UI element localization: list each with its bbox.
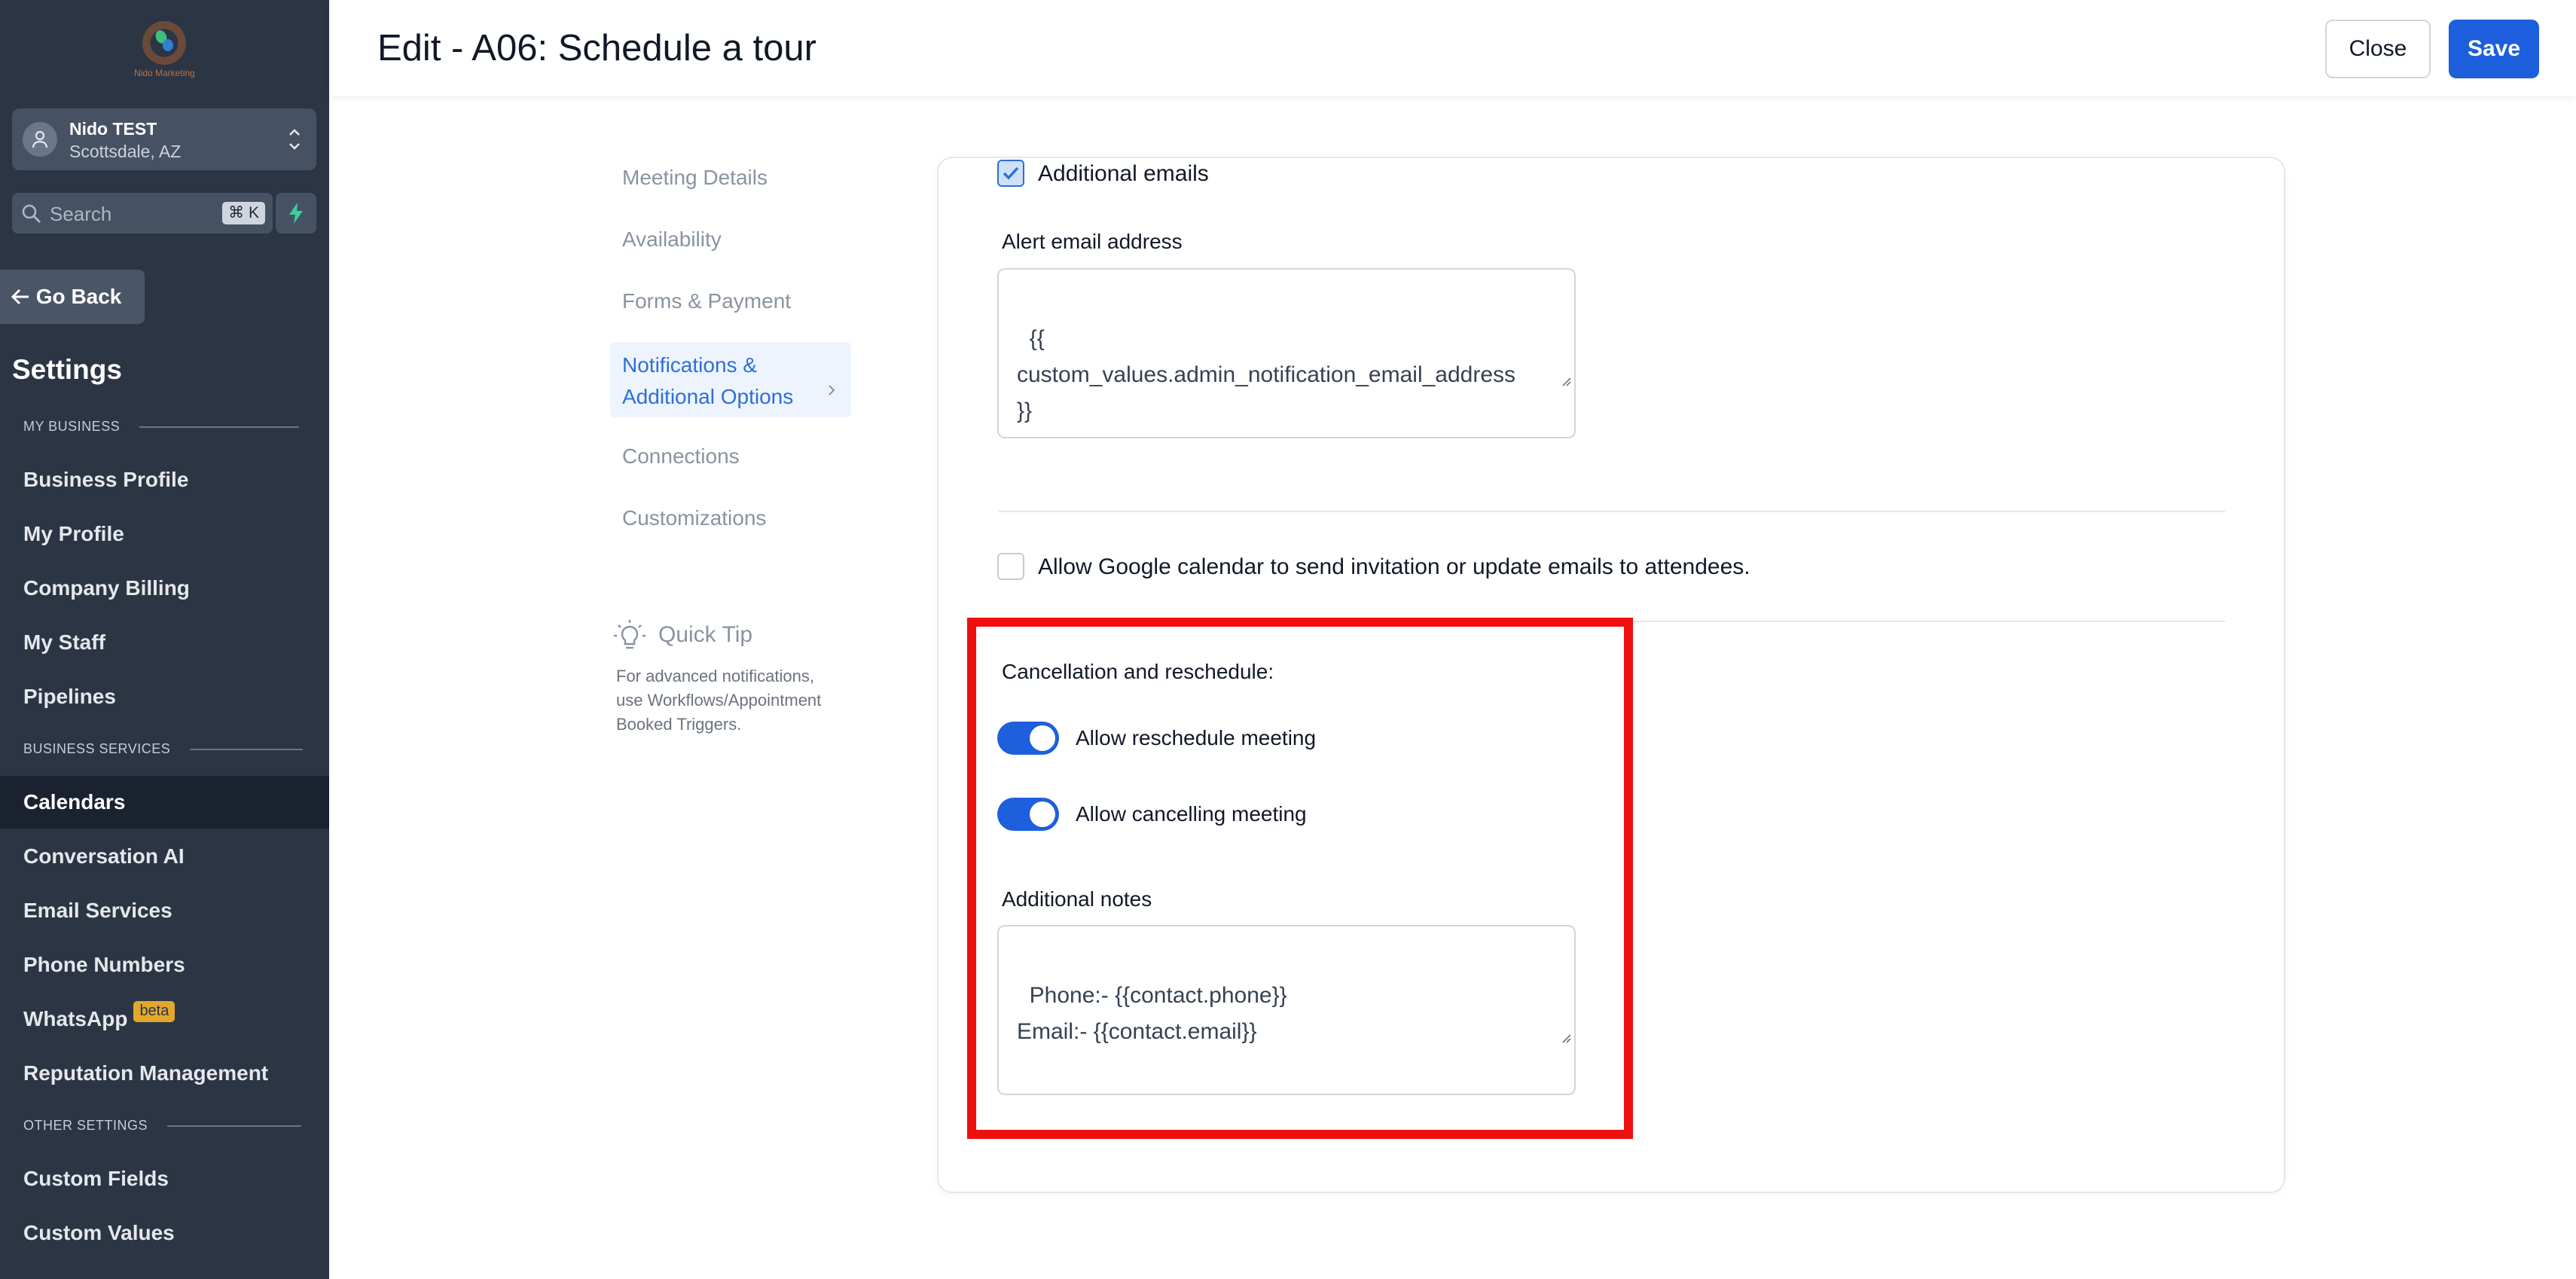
sidebar-item-my-profile[interactable]: My Profile (0, 508, 329, 560)
allow-reschedule-toggle[interactable] (997, 722, 1059, 755)
alert-email-textarea[interactable]: {{ custom_values.admin_notification_emai… (997, 268, 1576, 438)
tab-forms-payment[interactable]: Forms & Payment (610, 289, 851, 313)
google-calendar-checkbox[interactable] (997, 553, 1024, 580)
account-switcher[interactable]: Nido TEST Scottsdale, AZ (12, 108, 316, 170)
tab-meeting-details[interactable]: Meeting Details (610, 166, 851, 190)
cancellation-heading: Cancellation and reschedule: (1002, 660, 1274, 683)
additional-notes-value: Phone:- {{contact.phone}} Email:- {{cont… (1017, 983, 1397, 1094)
additional-emails-checkbox[interactable] (997, 160, 1024, 187)
tab-notifications-additional-options[interactable]: Notifications & Additional Options (610, 342, 851, 417)
account-name: Nido TEST (69, 119, 157, 139)
go-back-label: Go Back (35, 285, 122, 308)
search-icon (21, 203, 42, 228)
additional-notes-textarea[interactable]: Phone:- {{contact.phone}} Email:- {{cont… (997, 925, 1576, 1095)
sidebar-item-conversation-ai[interactable]: Conversation AI (0, 830, 329, 883)
chevron-up-down-icon (286, 122, 303, 157)
search-input[interactable]: Search (50, 203, 111, 226)
sidebar-item-company-billing[interactable]: Company Billing (0, 562, 329, 615)
check-icon (1003, 166, 1019, 180)
sidebar-item-email-services[interactable]: Email Services (0, 884, 329, 937)
resize-grip-icon[interactable] (1534, 982, 1571, 1091)
tab-availability[interactable]: Availability (610, 227, 851, 252)
search-shortcut-badge: ⌘ K (222, 202, 265, 224)
alert-email-label: Alert email address (1002, 230, 1183, 253)
sidebar-search[interactable]: Search ⌘ K (12, 193, 273, 234)
allow-reschedule-label: Allow reschedule meeting (1076, 726, 1317, 749)
chevron-right-icon (827, 374, 836, 405)
quick-actions-bolt-icon[interactable] (276, 193, 316, 234)
page-title: Edit - A06: Schedule a tour (377, 28, 816, 69)
tab-customizations[interactable]: Customizations (610, 506, 851, 530)
tab-notifications-label-line2: Additional Options (622, 385, 794, 408)
quick-tip-title: Quick Tip (658, 622, 753, 647)
sidebar-item-pipelines[interactable]: Pipelines (0, 670, 329, 723)
page-header: Edit - A06: Schedule a tour Close Save (329, 0, 2576, 96)
additional-emails-label: Additional emails (1038, 161, 1209, 186)
account-location: Scottsdale, AZ (69, 142, 182, 161)
sidebar-item-whatsapp[interactable]: WhatsApp beta (0, 993, 329, 1045)
sidebar-item-business-profile[interactable]: Business Profile (0, 453, 329, 506)
alert-email-value: {{ custom_values.admin_notification_emai… (1017, 326, 1516, 423)
toggle-knob (1030, 725, 1055, 751)
quick-tip-text: For advanced notifications, use Workflow… (616, 667, 822, 734)
section-other-settings: OTHER SETTINGS (23, 1118, 302, 1134)
company-logo: Nido Marketing (134, 21, 195, 86)
allow-cancel-toggle[interactable] (997, 798, 1059, 831)
whatsapp-label: WhatsApp (23, 1007, 128, 1030)
resize-grip-icon[interactable] (1534, 325, 1571, 434)
sidebar-item-reputation-management[interactable]: Reputation Management (0, 1047, 329, 1100)
close-button[interactable]: Close (2325, 20, 2431, 78)
logo-mark-icon (142, 21, 186, 65)
section-business-services: BUSINESS SERVICES (23, 741, 304, 757)
sidebar-item-custom-values[interactable]: Custom Values (0, 1207, 329, 1259)
sidebar-item-phone-numbers[interactable]: Phone Numbers (0, 939, 329, 991)
user-avatar-icon (23, 122, 57, 157)
sidebar-item-custom-fields[interactable]: Custom Fields (0, 1152, 329, 1205)
tab-notifications-label-line1: Notifications & (622, 353, 757, 377)
sidebar: Nido Marketing Nido TEST Scottsdale, AZ … (0, 0, 329, 1279)
go-back-button[interactable]: Go Back (0, 270, 145, 324)
allow-cancel-label: Allow cancelling meeting (1076, 802, 1307, 826)
settings-title: Settings (12, 354, 122, 385)
tab-connections[interactable]: Connections (610, 444, 851, 469)
divider (999, 511, 2225, 512)
arrow-left-icon (11, 285, 36, 308)
beta-badge: beta (133, 1001, 175, 1022)
toggle-knob (1030, 801, 1055, 827)
divider (1631, 621, 2225, 622)
google-calendar-label: Allow Google calendar to send invitation… (1038, 554, 1750, 579)
lightbulb-icon (613, 619, 646, 658)
additional-notes-label: Additional notes (1002, 887, 1152, 911)
sidebar-item-calendars[interactable]: Calendars (0, 776, 329, 829)
save-button[interactable]: Save (2449, 20, 2539, 78)
sidebar-item-my-staff[interactable]: My Staff (0, 616, 329, 669)
logo-text: Nido Marketing (134, 68, 195, 78)
section-my-business: MY BUSINESS (23, 419, 300, 435)
